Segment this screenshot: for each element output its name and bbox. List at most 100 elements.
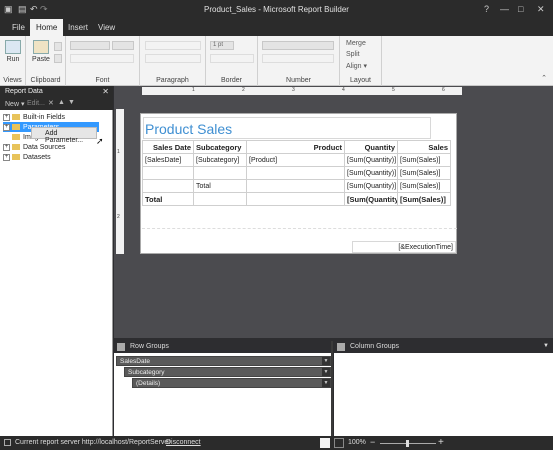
header-cell[interactable]: Sales bbox=[397, 140, 451, 154]
layout-group-label: Layout bbox=[349, 77, 372, 84]
column-groups-pane: Column Groups ▼ bbox=[334, 341, 553, 436]
delete-icon[interactable]: ✕ bbox=[48, 99, 54, 107]
report-tablix[interactable]: Sales Date Subcategory Product Quantity … bbox=[142, 140, 451, 206]
table-cell[interactable]: [Sum(Quantity)] bbox=[344, 153, 398, 167]
copy-icon[interactable] bbox=[54, 54, 62, 63]
tab-view[interactable]: View bbox=[92, 19, 121, 36]
chevron-down-icon[interactable]: ▼ bbox=[322, 357, 330, 365]
disconnect-link[interactable]: Disconnect bbox=[166, 439, 201, 446]
report-data-close-button[interactable]: ✕ bbox=[102, 87, 109, 96]
page-view-icon[interactable] bbox=[320, 438, 330, 448]
tab-file[interactable]: File bbox=[6, 19, 31, 36]
table-cell[interactable]: [Sum(Quantity)] bbox=[344, 192, 398, 206]
border-group: 1 pt Border bbox=[206, 36, 258, 86]
merge-button[interactable]: Merge bbox=[346, 40, 366, 47]
table-cell[interactable]: [Sum(Quantity)] bbox=[344, 166, 398, 180]
tab-insert[interactable]: Insert bbox=[62, 19, 94, 36]
table-cell[interactable] bbox=[142, 179, 194, 193]
row-group-salesdate[interactable]: SalesDate ▼ bbox=[116, 356, 331, 366]
maximize-button[interactable]: □ bbox=[518, 3, 523, 15]
expand-icon[interactable]: + bbox=[3, 143, 10, 151]
align-button[interactable]: Align ▾ bbox=[346, 62, 367, 70]
new-button[interactable]: New ▾ bbox=[5, 100, 24, 108]
server-icon bbox=[4, 439, 11, 446]
run-button[interactable]: Run bbox=[2, 40, 24, 63]
chevron-down-icon[interactable]: ▼ bbox=[322, 368, 330, 376]
execution-time-textbox[interactable]: [&ExecutionTime] bbox=[352, 241, 456, 253]
folder-icon bbox=[12, 114, 20, 120]
minimize-button[interactable]: — bbox=[500, 3, 509, 15]
tree-item-label: Datasets bbox=[23, 153, 51, 161]
horizontal-ruler: 1 2 3 4 5 6 bbox=[142, 87, 462, 95]
table-cell[interactable]: [Sum(Quantity)] bbox=[344, 179, 398, 193]
table-cell[interactable]: [Subcategory] bbox=[193, 153, 247, 167]
table-cell[interactable]: [Product] bbox=[246, 153, 345, 167]
report-data-panel: Report Data ✕ New ▾ Edit... ✕ ▲ ▼ + Buil… bbox=[0, 86, 113, 436]
chevron-down-icon[interactable]: ▼ bbox=[543, 343, 549, 349]
number-style-buttons[interactable] bbox=[262, 54, 334, 63]
report-page[interactable]: Product Sales Sales Date Subcategory Pro… bbox=[140, 113, 457, 254]
report-title-textbox[interactable]: Product Sales bbox=[143, 117, 431, 139]
close-button[interactable]: ✕ bbox=[537, 3, 545, 15]
number-format-dropdown[interactable] bbox=[262, 41, 334, 50]
expand-icon[interactable]: + bbox=[3, 123, 10, 131]
context-menu-add-parameter[interactable]: Add Parameter... bbox=[31, 127, 97, 144]
zoom-slider-thumb[interactable] bbox=[406, 440, 409, 447]
header-cell[interactable]: Quantity bbox=[344, 140, 398, 154]
move-down-icon[interactable]: ▼ bbox=[68, 99, 75, 106]
header-cell[interactable]: Sales Date bbox=[142, 140, 194, 154]
chevron-down-icon[interactable]: ▼ bbox=[322, 379, 330, 387]
table-cell[interactable]: Total bbox=[193, 179, 247, 193]
table-cell[interactable] bbox=[246, 192, 345, 206]
page-footer-divider bbox=[142, 228, 457, 229]
tree-item-label: Built-in Fields bbox=[23, 113, 66, 121]
table-cell[interactable]: [SalesDate] bbox=[142, 153, 194, 167]
table-cell[interactable] bbox=[246, 166, 345, 180]
expand-icon bbox=[3, 134, 10, 141]
paragraph-group: Paragraph bbox=[140, 36, 206, 86]
collapse-ribbon-icon[interactable]: ⌃ bbox=[541, 74, 547, 82]
header-cell[interactable]: Subcategory bbox=[193, 140, 247, 154]
tab-home[interactable]: Home bbox=[30, 19, 64, 36]
table-cell[interactable]: [Sum(Sales)] bbox=[397, 166, 451, 180]
tree-item-built-in-fields[interactable]: + Built-in Fields bbox=[3, 112, 65, 122]
paste-button[interactable]: Paste bbox=[30, 40, 52, 63]
row-group-subcategory[interactable]: Subcategory ▼ bbox=[124, 367, 331, 377]
table-cell[interactable] bbox=[193, 166, 247, 180]
row-group-details[interactable]: (Details) ▼ bbox=[132, 378, 331, 388]
table-cell[interactable]: [Sum(Sales)] bbox=[397, 192, 451, 206]
clipboard-group: Paste Clipboard bbox=[26, 36, 66, 86]
row-groups-title: Row Groups bbox=[130, 343, 169, 350]
print-layout-icon[interactable] bbox=[334, 438, 344, 448]
expand-icon[interactable]: + bbox=[3, 113, 10, 121]
edit-button[interactable]: Edit... bbox=[27, 100, 45, 107]
font-style-buttons[interactable] bbox=[70, 54, 134, 63]
header-cell[interactable]: Product bbox=[246, 140, 345, 154]
zoom-out-button[interactable]: − bbox=[370, 437, 375, 447]
table-cell[interactable]: [Sum(Sales)] bbox=[397, 153, 451, 167]
font-name-dropdown[interactable] bbox=[70, 41, 110, 50]
table-cell[interactable]: Total bbox=[142, 192, 194, 206]
split-button[interactable]: Split bbox=[346, 51, 360, 58]
alignment-buttons[interactable] bbox=[145, 41, 201, 50]
border-style-buttons[interactable] bbox=[210, 54, 254, 63]
table-cell[interactable] bbox=[142, 166, 194, 180]
move-up-icon[interactable]: ▲ bbox=[58, 99, 65, 106]
row-group-label: SalesDate bbox=[120, 358, 150, 365]
help-button[interactable]: ? bbox=[484, 3, 489, 15]
indent-buttons[interactable] bbox=[145, 54, 201, 63]
cut-icon[interactable] bbox=[54, 42, 62, 51]
zoom-in-button[interactable]: + bbox=[438, 437, 444, 448]
ruler-mark: 3 bbox=[292, 87, 295, 93]
row-groups-icon bbox=[117, 343, 125, 351]
paragraph-group-label: Paragraph bbox=[156, 77, 189, 84]
table-cell[interactable]: [Sum(Sales)] bbox=[397, 179, 451, 193]
tree-item-datasets[interactable]: + Datasets bbox=[3, 152, 51, 162]
design-surface[interactable]: 1 2 3 4 5 6 1 2 Product Sales Sales Date… bbox=[114, 86, 553, 338]
expand-icon[interactable]: + bbox=[3, 153, 10, 161]
table-cell[interactable] bbox=[193, 192, 247, 206]
ruler-mark: 1 bbox=[192, 87, 195, 93]
border-width-dropdown[interactable]: 1 pt bbox=[210, 41, 234, 50]
font-size-dropdown[interactable] bbox=[112, 41, 134, 50]
table-cell[interactable] bbox=[246, 179, 345, 193]
